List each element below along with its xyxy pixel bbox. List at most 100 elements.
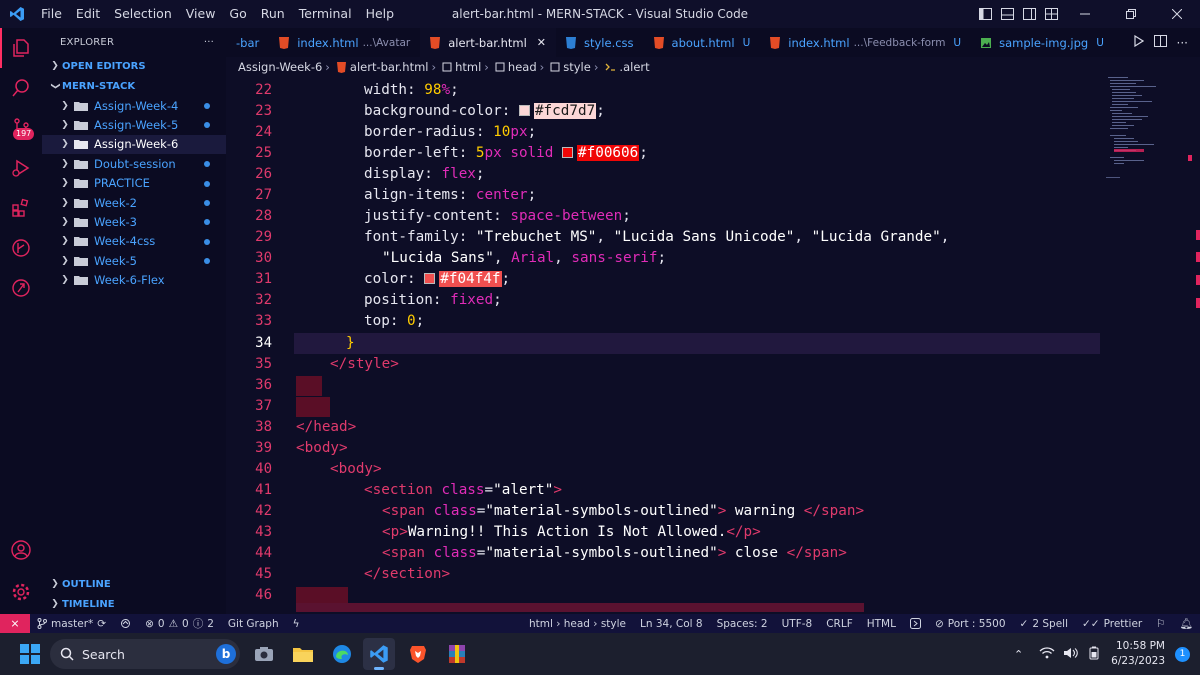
breadcrumb-file[interactable]: alert-bar.html	[350, 60, 429, 74]
source-control-icon[interactable]: 197	[0, 108, 42, 148]
cursor-position[interactable]: Ln 34, Col 8	[633, 618, 710, 630]
editor-tab[interactable]: index.html ...\Avatar	[269, 28, 420, 57]
close-tab-icon[interactable]: ✕	[537, 36, 546, 49]
breadcrumb-html[interactable]: html	[455, 60, 481, 74]
run-debug-icon[interactable]	[0, 148, 42, 188]
toggle-sidebar-icon[interactable]	[974, 0, 996, 28]
code-line: 22 width: 98%;	[226, 80, 1100, 101]
explorer-icon[interactable]	[0, 28, 42, 68]
restore-icon[interactable]	[1108, 0, 1154, 28]
menu-help[interactable]: Help	[359, 0, 402, 28]
split-editor-icon[interactable]	[1153, 35, 1167, 50]
horizontal-scrollbar[interactable]	[296, 603, 864, 612]
chevron-up-icon[interactable]: ⌃	[1002, 648, 1035, 661]
toggle-panel-icon[interactable]	[996, 0, 1018, 28]
spell-check[interactable]: ✓ 2 Spell	[1013, 618, 1075, 630]
menu-view[interactable]: View	[179, 0, 223, 28]
extensions-icon[interactable]	[0, 188, 42, 228]
editor-tab[interactable]: -bar	[226, 28, 269, 57]
settings-gear-icon[interactable]	[0, 572, 42, 612]
vertical-scrollbar[interactable]	[1186, 77, 1200, 614]
folder-item[interactable]: ❯ Assign-Week-5	[42, 115, 226, 134]
git-graph-button[interactable]: Git Graph	[221, 618, 286, 630]
breadcrumb-style[interactable]: style	[563, 60, 591, 74]
folder-item[interactable]: ❯ Assign-Week-4	[42, 96, 226, 115]
editor-tab[interactable]: sample-img.jpg U	[971, 28, 1114, 57]
file-explorer-icon[interactable]	[287, 638, 319, 670]
search-icon[interactable]	[0, 68, 42, 108]
language-mode[interactable]: HTML	[860, 618, 903, 630]
remote-indicator-icon[interactable]: ⨯	[0, 614, 30, 633]
folder-item[interactable]: ❯ Assign-Week-6	[42, 134, 226, 155]
editor-tab[interactable]: alert-bar.html ✕	[420, 28, 556, 57]
accounts-icon[interactable]: ⚐	[1149, 618, 1172, 630]
lightning-icon[interactable]: ϟ	[286, 618, 307, 630]
explorer-more-button[interactable]: ···	[204, 37, 214, 48]
color-swatch[interactable]	[562, 147, 573, 158]
brave-browser-icon[interactable]	[402, 638, 434, 670]
notification-badge[interactable]: 1	[1175, 646, 1190, 662]
clock[interactable]: 10:58 PM 6/23/2023	[1105, 639, 1175, 669]
color-swatch[interactable]	[424, 273, 436, 284]
run-icon[interactable]	[1133, 34, 1144, 50]
customize-layout-icon[interactable]	[1040, 0, 1062, 28]
problems-indicator[interactable]: ⊗ 0 ⚠ 0 ⓘ 2	[138, 616, 221, 631]
taskbar-search[interactable]: Search b	[50, 639, 240, 669]
vscode-taskbar-icon[interactable]	[363, 638, 395, 670]
minimize-icon[interactable]	[1062, 0, 1108, 28]
close-window-icon[interactable]	[1154, 0, 1200, 28]
breadcrumb-head[interactable]: head	[508, 60, 537, 74]
camera-app-icon[interactable]	[248, 638, 280, 670]
folder-item[interactable]: ❯ Week-6-Flex	[42, 271, 226, 290]
editor-tab[interactable]: style.css	[556, 28, 644, 57]
folder-item[interactable]: ❯ Week-4css	[42, 232, 226, 251]
workspace-section[interactable]: ❯ MERN-STACK	[42, 76, 226, 96]
outline-section[interactable]: ❯ OUTLINE	[42, 574, 226, 594]
menu-selection[interactable]: Selection	[107, 0, 179, 28]
minimap[interactable]	[1100, 77, 1186, 614]
folder-item[interactable]: ❯ Week-2	[42, 193, 226, 212]
menu-edit[interactable]: Edit	[69, 0, 107, 28]
live-server-port[interactable]: ⊘ Port : 5500	[928, 618, 1013, 630]
git-graph-icon[interactable]	[0, 228, 42, 268]
editor-tab[interactable]: index.html ...\Feedback-form U	[760, 28, 971, 57]
battery-icon[interactable]	[1083, 646, 1105, 663]
live-share-icon[interactable]	[0, 268, 42, 308]
winrar-icon[interactable]	[441, 638, 473, 670]
volume-icon[interactable]	[1059, 647, 1083, 662]
branch-indicator[interactable]: master* ⟳	[30, 618, 113, 630]
bing-icon[interactable]: b	[216, 644, 236, 664]
account-icon[interactable]	[0, 530, 42, 570]
wifi-icon[interactable]	[1035, 646, 1059, 662]
timeline-section[interactable]: ❯ TIMELINE	[42, 594, 226, 614]
edge-browser-icon[interactable]	[326, 638, 358, 670]
menu-terminal[interactable]: Terminal	[292, 0, 359, 28]
open-editors-section[interactable]: ❯ OPEN EDITORS	[42, 56, 226, 76]
folder-item[interactable]: ❯ PRACTICE	[42, 174, 226, 193]
code-editor[interactable]: 22 width: 98%; 23 background-color: #fcd…	[226, 77, 1100, 614]
layout-icon[interactable]	[903, 618, 928, 629]
windows-start-icon[interactable]	[14, 638, 46, 670]
more-actions-icon[interactable]: ···	[1177, 36, 1188, 50]
folder-item[interactable]: ❯ Week-5	[42, 251, 226, 270]
prettier-status[interactable]: ✓✓ Prettier	[1075, 618, 1149, 630]
editor-tab[interactable]: about.html U	[644, 28, 761, 57]
menu-file[interactable]: File	[34, 0, 69, 28]
css-number: 5	[475, 145, 485, 161]
toggle-secondary-sidebar-icon[interactable]	[1018, 0, 1040, 28]
html-file-icon	[430, 36, 441, 49]
notifications-bell-icon[interactable]: 🔔︎	[1173, 617, 1200, 630]
color-swatch[interactable]	[518, 105, 530, 116]
encoding[interactable]: UTF-8	[775, 618, 820, 630]
element-path[interactable]: html › head › style	[522, 618, 633, 630]
breadcrumb-selector[interactable]: .alert	[619, 60, 649, 74]
menu-run[interactable]: Run	[254, 0, 292, 28]
line-endings[interactable]: CRLF	[819, 618, 860, 630]
breadcrumb-folder[interactable]: Assign-Week-6	[238, 60, 322, 74]
menu-go[interactable]: Go	[222, 0, 253, 28]
folder-item[interactable]: ❯ Doubt-session	[42, 154, 226, 173]
publish-icon[interactable]	[113, 618, 138, 629]
indentation[interactable]: Spaces: 2	[710, 618, 775, 630]
sync-icon[interactable]: ⟳	[97, 618, 106, 630]
folder-item[interactable]: ❯ Week-3	[42, 212, 226, 231]
